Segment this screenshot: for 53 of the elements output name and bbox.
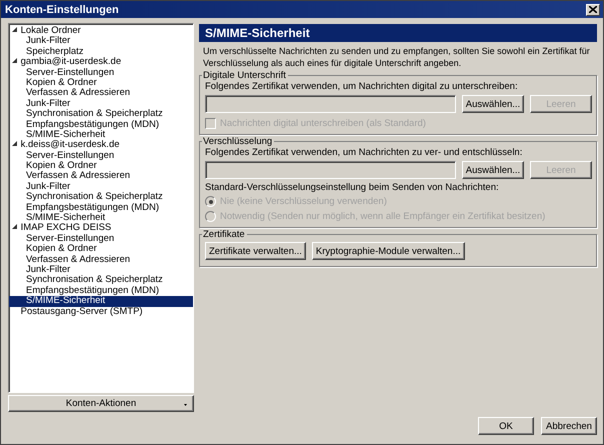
caret-icon (184, 404, 187, 406)
tree-item[interactable]: S/MIME-Sicherheit (9, 296, 193, 307)
panel-header: S/MIME-Sicherheit (199, 24, 597, 42)
certificate-field[interactable] (205, 95, 456, 113)
group-legend: Zertifikate (202, 229, 247, 240)
radio-group-label: Standard-Verschlüsselungseinstellung beim Senden von Nachrichten: (205, 182, 500, 194)
tree-item[interactable]: Synchronisation & Speicherplatz (9, 109, 193, 120)
tree-item[interactable]: Junk-Filter (9, 264, 193, 276)
dialog-button[interactable]: Kryptographie-Module verwalten... (312, 242, 465, 260)
close-icon (589, 6, 597, 13)
intro-text: Um verschlüsselte Nachrichten zu senden und zu empfangen, sollten Sie sowohl ein Zertifikat für Verschlüsselung als auch eines für digitale Unterschrift angeben. (203, 45, 591, 69)
tree-item[interactable]: Junk-Filter (9, 98, 193, 110)
tree-item[interactable]: Synchronisation & Speicherplatz (9, 275, 193, 286)
expanded-triangle-icon[interactable] (12, 224, 17, 230)
tree-item[interactable]: Verfassen & Adressieren (9, 171, 193, 182)
dialog-button[interactable]: Auswählen... (462, 95, 524, 113)
tree-item[interactable]: S/MIME-Sicherheit (9, 130, 193, 140)
tree-item[interactable]: Empfangsbestätigungen (MDN) (9, 120, 193, 130)
tree-item[interactable]: Server-Einstellungen (9, 234, 193, 244)
tree-item[interactable]: S/MIME-Sicherheit (9, 213, 193, 224)
tree-item[interactable]: Server-Einstellungen (9, 150, 193, 162)
expanded-triangle-icon[interactable] (12, 141, 17, 146)
close-button[interactable] (586, 4, 600, 16)
tree-item[interactable]: Empfangsbestätigungen (MDN) (9, 202, 193, 214)
tree-item[interactable]: Kopien & Ordner (9, 244, 193, 255)
dialog-button[interactable]: OK (478, 417, 534, 435)
tree-item[interactable]: gambia@it-userdesk.de (9, 57, 193, 68)
dialog-button[interactable]: Auswählen... (462, 161, 524, 179)
tree-item[interactable]: Lokale Ordner (9, 26, 193, 36)
field-label: Folgendes Zertifikat verwenden, um Nachrichten digital zu unterschreiben: (205, 81, 519, 93)
dialog-button[interactable]: Zertifikate verwalten... (205, 242, 306, 260)
expanded-triangle-icon[interactable] (12, 58, 17, 64)
tree-item[interactable]: Server-Einstellungen (9, 68, 193, 78)
tree-item[interactable]: Junk-Filter (9, 182, 193, 192)
certificate-field[interactable] (205, 161, 456, 179)
dialog-button[interactable]: Abbrechen (541, 417, 597, 435)
expanded-triangle-icon[interactable] (12, 27, 17, 32)
tree-item[interactable]: Kopien & Ordner (9, 78, 193, 88)
tree-item[interactable]: Postausgang-Server (SMTP) (9, 306, 193, 317)
tree-item[interactable]: Verfassen & Adressieren (9, 88, 193, 99)
field-label: Folgendes Zertifikat verwenden, um Nachrichten zu ver- und entschlüsseln: (205, 147, 524, 159)
tree-item[interactable]: Speicherplatz (9, 46, 193, 58)
group-legend: Digitale Unterschrift (202, 70, 288, 81)
tree-item[interactable]: Junk-Filter (9, 36, 193, 47)
account-actions-button[interactable]: Konten-Aktionen (8, 395, 194, 412)
tree-item[interactable]: Synchronisation & Speicherplatz (9, 192, 193, 203)
tree-item[interactable]: Kopien & Ordner (9, 161, 193, 172)
tree-item[interactable]: Verfassen & Adressieren (9, 254, 193, 265)
tree-item[interactable]: Empfangsbestätigungen (MDN) (9, 286, 193, 296)
group-legend: Verschlüsselung (202, 136, 274, 147)
tree-item[interactable]: k.deiss@it-userdesk.de (9, 140, 193, 151)
window-title: Konten-Einstellungen (5, 4, 119, 16)
tree-item[interactable]: IMAP EXCHG DEISS (9, 223, 193, 234)
